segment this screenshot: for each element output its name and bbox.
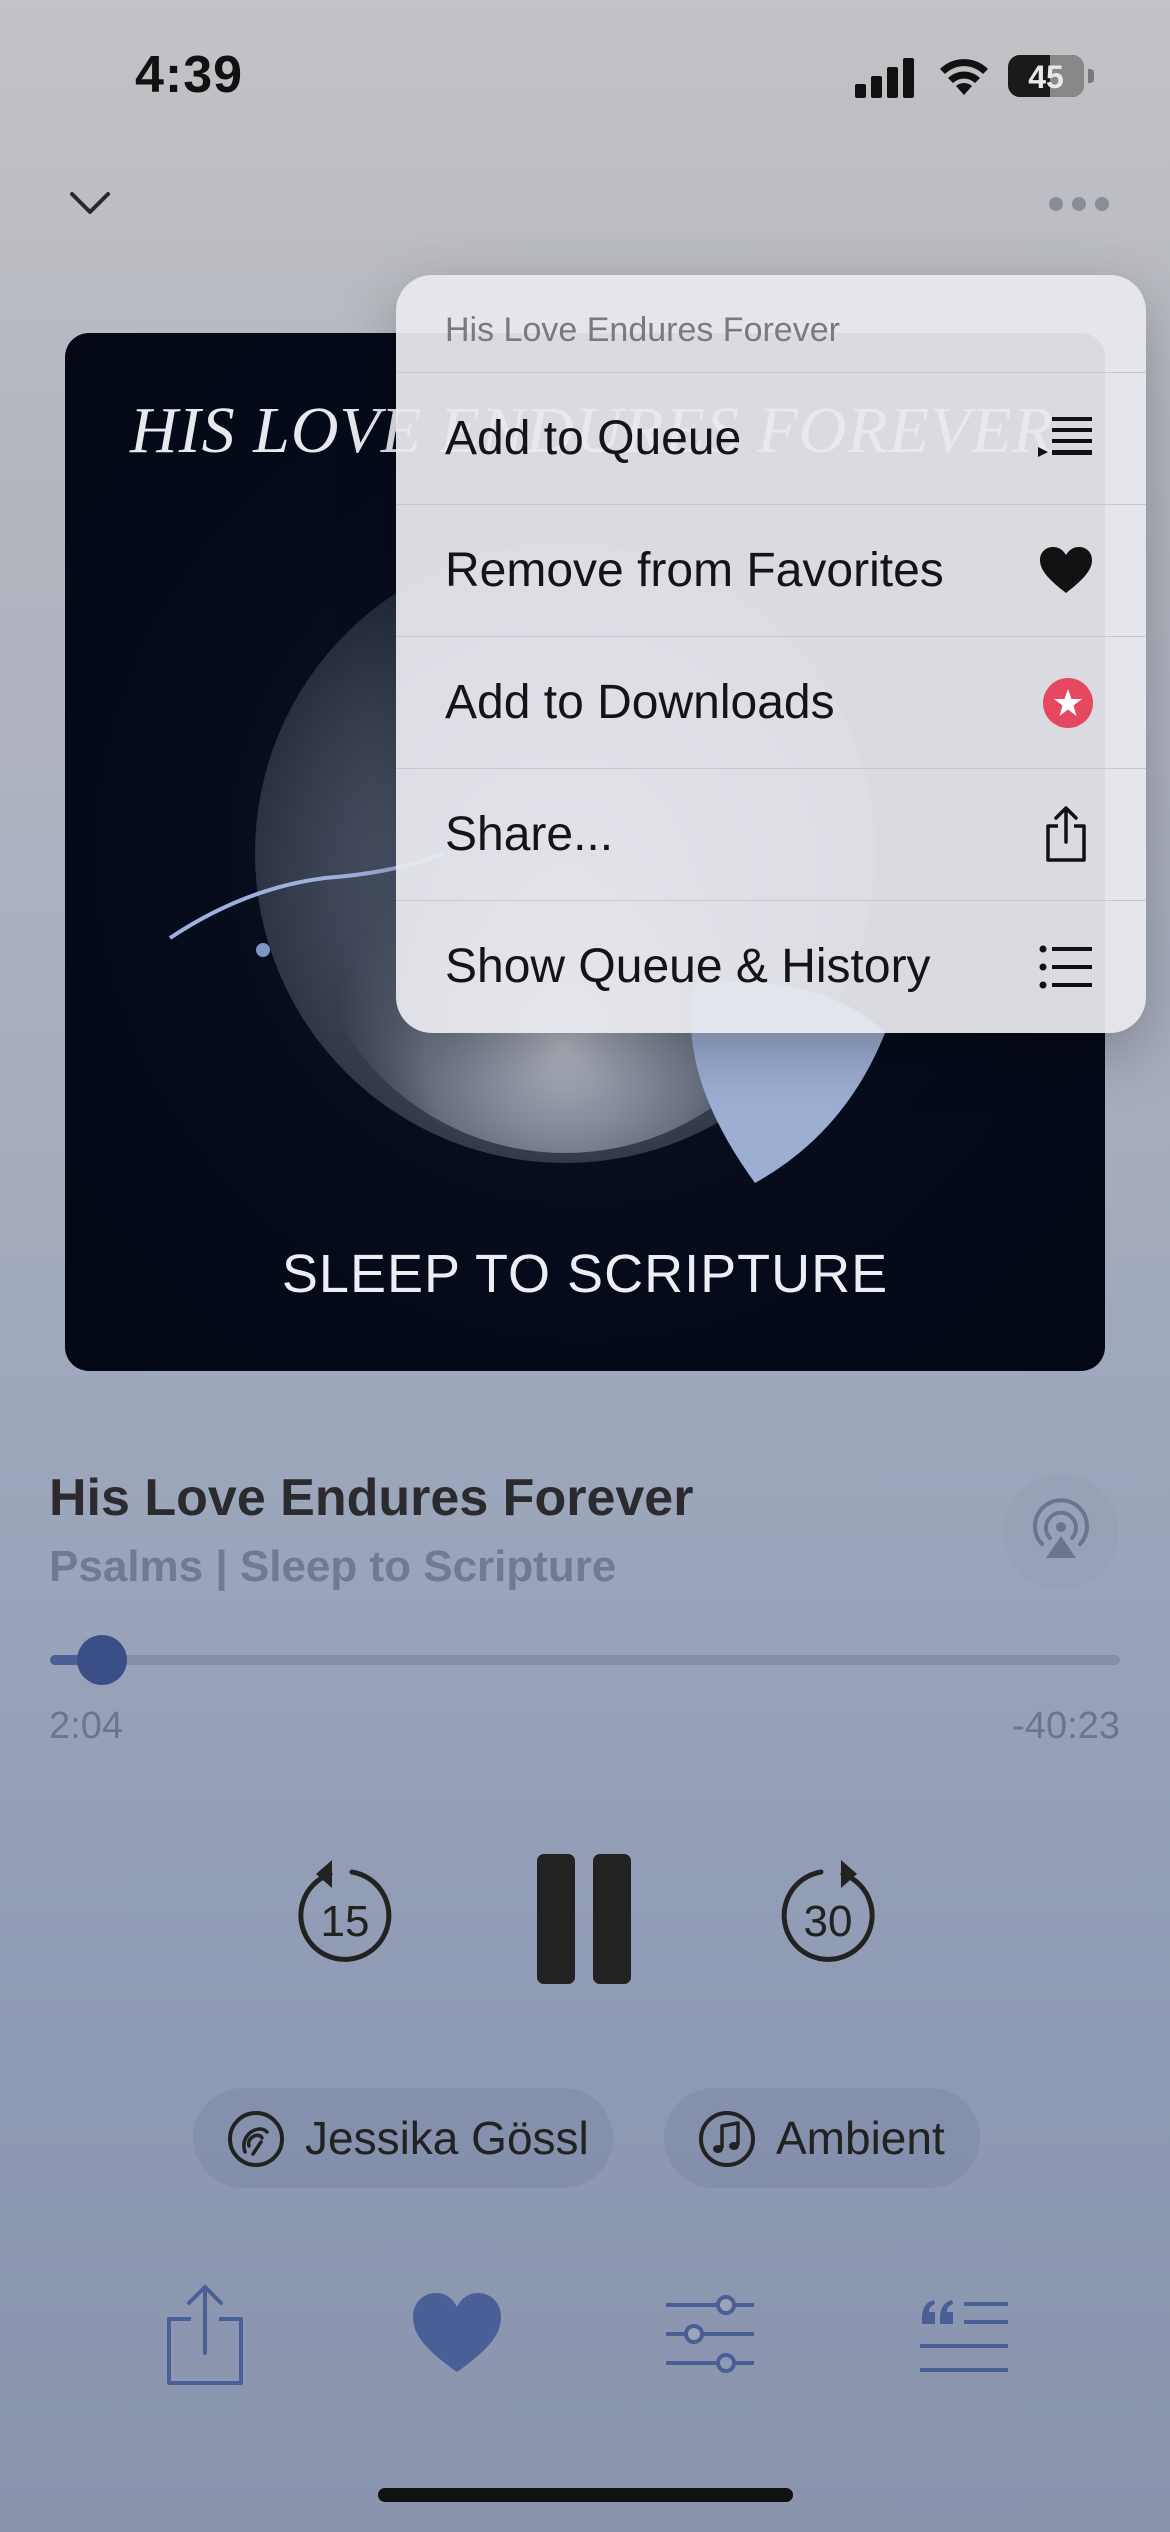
cellular-signal-icon [855,58,917,103]
forward-30-icon: 30 [781,1860,875,1962]
status-time: 4:39 [135,46,244,104]
airplay-button[interactable] [1003,1474,1119,1590]
context-menu: His Love Endures Forever Add to Queue Re… [396,275,1146,1033]
pause-button[interactable] [535,1852,633,1991]
elapsed-time: 2:04 [49,1705,123,1747]
menu-item-label: Add to Queue [445,412,742,465]
forward-seconds: 30 [804,1897,853,1946]
menu-item-show-queue-history[interactable]: Show Queue & History [396,901,1146,1033]
wifi-icon [937,55,991,102]
share-icon [167,2285,243,2385]
skip-forward-30-button[interactable]: 30 [775,1856,881,1973]
music-chip[interactable]: Ambient [664,2088,980,2188]
music-chip-label: Ambient [776,2112,945,2164]
home-indicator[interactable] [378,2488,793,2502]
menu-header: His Love Endures Forever [396,275,1146,373]
ellipsis-icon[interactable] [1048,196,1110,217]
list-icon [1039,945,1092,989]
voice-icon [228,2111,284,2167]
heart-filled-icon [1040,547,1092,593]
rewind-15-icon: 15 [298,1860,392,1962]
rewind-seconds: 15 [321,1897,370,1946]
airplay-icon [1033,1498,1089,1558]
add-to-queue-icon [1038,417,1092,457]
menu-item-label: Remove from Favorites [445,544,944,597]
progress-track[interactable] [50,1655,1120,1665]
voice-chip-label: Jessika Gössl [305,2112,589,2164]
track-title: His Love Endures Forever [49,1469,694,1527]
chevron-down-icon[interactable] [68,190,112,221]
menu-item-add-to-downloads[interactable]: Add to Downloads [396,637,1146,769]
menu-item-remove-from-favorites[interactable]: Remove from Favorites [396,505,1146,637]
favorite-button[interactable] [410,2290,504,2381]
heart-filled-icon [413,2293,501,2372]
artwork-subtitle-text: SLEEP TO SCRIPTURE [281,1244,889,1304]
star-badge-icon [1043,678,1093,728]
music-note-icon [699,2111,755,2167]
sliders-icon [666,2295,754,2373]
voice-chip[interactable]: Jessika Gössl [193,2088,613,2188]
progress-scrubber[interactable] [77,1635,128,1685]
share-icon [1046,806,1086,862]
battery-level: 45 [1028,59,1064,95]
menu-item-label: Add to Downloads [445,676,835,729]
transcript-button[interactable] [918,2298,1010,2381]
settings-sliders-button[interactable] [664,2295,756,2378]
remaining-time: -40:23 [1012,1705,1120,1747]
menu-item-label: Share... [445,808,614,861]
track-subtitle[interactable]: Psalms | Sleep to Scripture [49,1542,616,1592]
menu-item-add-to-queue[interactable]: Add to Queue [396,373,1146,505]
menu-item-label: Show Queue & History [445,940,931,993]
menu-item-share[interactable]: Share... [396,769,1146,901]
pause-icon [537,1854,631,1984]
skip-back-15-button[interactable]: 15 [292,1856,398,1973]
quote-icon [920,2300,1008,2372]
share-button[interactable] [165,2283,245,2392]
battery-icon: 45 [1008,55,1094,97]
